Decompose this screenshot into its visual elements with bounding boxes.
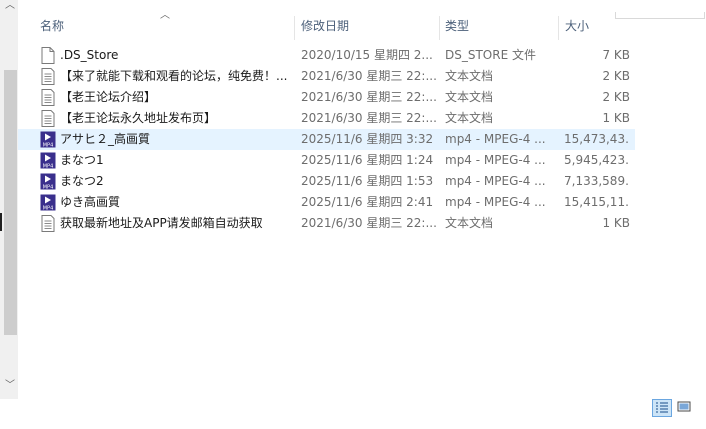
file-type: DS_STORE 文件 — [445, 48, 536, 62]
file-size: 2 KB — [602, 69, 630, 83]
file-date: 2025/11/6 星期四 3:32 — [301, 132, 434, 146]
mp4-video-icon: MP4 — [40, 194, 56, 211]
text-document-icon — [41, 110, 55, 127]
file-row[interactable]: 【老王论坛介绍】 2021/6/30 星期三 22:... 文本文档 2 KB — [18, 87, 635, 108]
file-row[interactable]: 【老王论坛永久地址发布页】 2021/6/30 星期三 22:... 文本文档 … — [18, 108, 635, 129]
column-header-type[interactable]: 类型 — [441, 12, 558, 40]
file-date: 2025/11/6 星期四 1:24 — [301, 153, 434, 167]
file-date: 2021/6/30 星期三 22:... — [301, 216, 437, 230]
file-size: 7 KB — [602, 48, 630, 62]
file-name: 【老王论坛永久地址发布页】 — [60, 111, 217, 125]
file-name: .DS_Store — [60, 48, 119, 62]
file-name: 【老王论坛介绍】 — [60, 90, 157, 104]
file-type: mp4 - MPEG-4 ... — [445, 195, 546, 209]
file-name: 获取最新地址及APP请发邮箱自动获取 — [60, 216, 263, 230]
text-document-icon — [41, 68, 55, 85]
svg-text:MP4: MP4 — [43, 143, 54, 149]
file-row[interactable]: .DS_Store 2020/10/15 星期四 2... DS_STORE 文… — [18, 45, 635, 66]
file-row-selected[interactable]: MP4 アサヒ２_高画質 2025/11/6 星期四 3:32 mp4 - MP… — [18, 129, 635, 150]
file-row[interactable]: MP4 まなつ1 2025/11/6 星期四 1:24 mp4 - MPEG-4… — [18, 150, 635, 171]
file-size: 1 KB — [602, 111, 630, 125]
file-date: 2021/6/30 星期三 22:... — [301, 111, 437, 125]
file-date: 2025/11/6 星期四 2:41 — [301, 195, 434, 209]
file-row[interactable]: MP4 まなつ2 2025/11/6 星期四 1:53 mp4 - MPEG-4… — [18, 171, 635, 192]
text-document-icon — [41, 89, 55, 106]
file-name: まなつ1 — [60, 153, 104, 167]
column-divider[interactable] — [294, 16, 295, 40]
mp4-video-icon: MP4 — [40, 152, 56, 169]
svg-text:MP4: MP4 — [43, 164, 54, 170]
file-type: mp4 - MPEG-4 ... — [445, 174, 546, 188]
svg-text:MP4: MP4 — [43, 185, 54, 191]
column-divider[interactable] — [439, 16, 440, 40]
file-size: 7,133,589... — [564, 174, 630, 188]
column-header-name[interactable]: 名称 — [36, 12, 294, 40]
column-header-date[interactable]: 修改日期 — [297, 12, 439, 40]
header-overflow-box — [615, 12, 705, 19]
file-size: 2 KB — [602, 90, 630, 104]
file-size: 15,473,43... — [564, 132, 630, 146]
file-type: mp4 - MPEG-4 ... — [445, 132, 546, 146]
large-icons-view-button[interactable] — [675, 399, 695, 417]
file-row[interactable]: 获取最新地址及APP请发邮箱自动获取 2021/6/30 星期三 22:... … — [18, 213, 635, 234]
view-toggle-group — [652, 399, 696, 419]
file-row[interactable]: MP4 ゆき高画質 2025/11/6 星期四 2:41 mp4 - MPEG-… — [18, 192, 635, 213]
file-name: アサヒ２_高画質 — [60, 132, 151, 146]
file-date: 2021/6/30 星期三 22:... — [301, 69, 437, 83]
window-edge-marker — [0, 213, 2, 231]
scrollbar-thumb[interactable] — [4, 70, 17, 335]
file-date: 2020/10/15 星期四 2... — [301, 48, 433, 62]
file-type: 文本文档 — [445, 90, 494, 104]
column-header-size[interactable]: 大小 — [561, 12, 621, 40]
file-size: 1 KB — [602, 216, 630, 230]
column-header: ︿ 名称 修改日期 类型 大小 — [18, 10, 706, 40]
file-size: 15,415,11... — [564, 195, 630, 209]
svg-text:MP4: MP4 — [43, 206, 54, 212]
file-date: 2021/6/30 星期三 22:... — [301, 90, 437, 104]
document-icon — [41, 47, 55, 64]
text-document-icon — [41, 215, 55, 232]
file-type: 文本文档 — [445, 69, 494, 83]
file-name: まなつ2 — [60, 174, 104, 188]
details-view-button[interactable] — [652, 399, 672, 417]
vertical-scrollbar[interactable]: ︿ ﹀ — [0, 0, 18, 399]
scroll-up-arrow-icon[interactable]: ︿ — [3, 0, 17, 12]
file-type: 文本文档 — [445, 216, 494, 230]
large-icons-view-icon — [677, 401, 691, 412]
file-type: mp4 - MPEG-4 ... — [445, 153, 546, 167]
mp4-video-icon: MP4 — [40, 131, 56, 148]
file-name: 【来了就能下载和观看的论坛，纯免费！... — [60, 69, 288, 83]
mp4-video-icon: MP4 — [40, 173, 56, 190]
column-divider[interactable] — [558, 16, 559, 40]
file-row[interactable]: 【来了就能下载和观看的论坛，纯免费！... 2021/6/30 星期三 22:.… — [18, 66, 635, 87]
details-view-icon — [656, 402, 668, 413]
file-size: 5,945,423... — [564, 153, 630, 167]
file-type: 文本文档 — [445, 111, 494, 125]
file-name: ゆき高画質 — [60, 195, 121, 209]
file-date: 2025/11/6 星期四 1:53 — [301, 174, 434, 188]
scroll-down-arrow-icon[interactable]: ﹀ — [3, 380, 17, 392]
